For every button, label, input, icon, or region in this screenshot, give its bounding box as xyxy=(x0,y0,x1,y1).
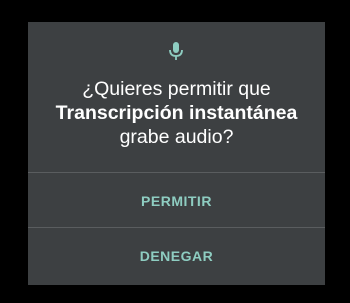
app-name: Transcripción instantánea xyxy=(55,102,298,124)
microphone-icon xyxy=(169,42,183,60)
allow-button[interactable]: PERMITIR xyxy=(28,177,325,225)
divider-top xyxy=(28,172,325,173)
permission-dialog: ¿Quieres permitir que Transcripción inst… xyxy=(28,22,325,285)
message-prefix: ¿Quieres permitir que xyxy=(82,78,271,100)
message-suffix: grabe audio? xyxy=(119,126,234,148)
deny-button[interactable]: DENEGAR xyxy=(28,232,325,280)
permission-message: ¿Quieres permitir que Transcripción inst… xyxy=(28,77,325,149)
divider-middle xyxy=(28,227,325,228)
